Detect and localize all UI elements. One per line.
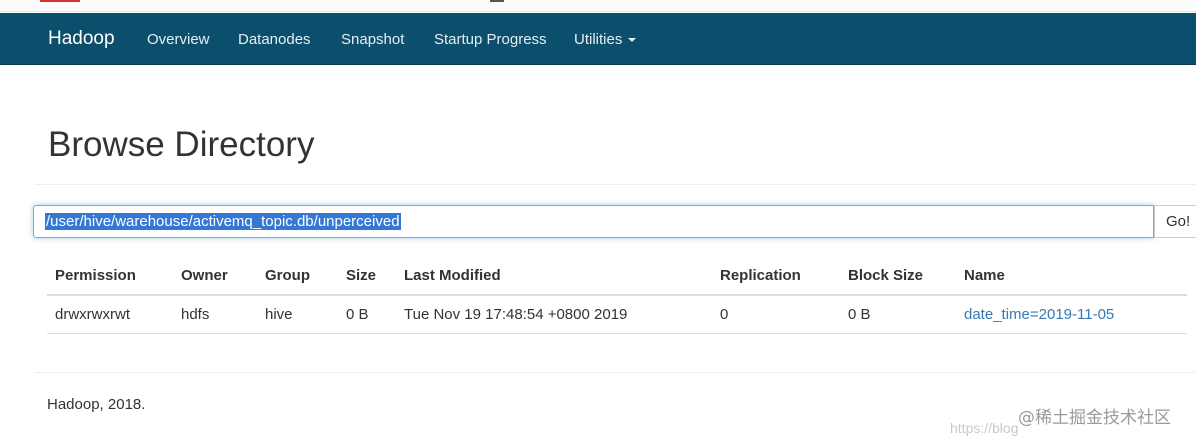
column-header-group[interactable]: Group (265, 267, 310, 285)
nav-item-startup-progress[interactable]: Startup Progress (434, 31, 547, 49)
cell-name-link[interactable]: date_time=2019-11-05 (964, 306, 1114, 324)
nav-item-overview[interactable]: Overview (147, 31, 210, 49)
watermark-text: @稀土掘金技术社区 (1018, 408, 1171, 428)
caret-down-icon (628, 38, 637, 43)
nav-item-utilities[interactable]: Utilities (574, 31, 637, 49)
footer-divider (34, 372, 1196, 373)
nav-item-datanodes[interactable]: Datanodes (238, 31, 311, 49)
footer-text: Hadoop, 2018. (47, 396, 146, 413)
directory-path-input[interactable]: /user/hive/warehouse/activemq_topic.db/u… (33, 205, 1154, 238)
top-strip-mark (40, 0, 80, 6)
column-header-last-modified[interactable]: Last Modified (404, 267, 501, 285)
navbar-brand[interactable]: Hadoop (48, 28, 115, 50)
cell-group: hive (265, 306, 293, 323)
table-row-divider (47, 333, 1187, 334)
cell-replication: 0 (720, 306, 729, 323)
nav-item-utilities-label: Utilities (574, 31, 623, 48)
column-header-permission[interactable]: Permission (55, 267, 136, 285)
cell-size: 0 B (346, 306, 369, 323)
column-header-size[interactable]: Size (346, 267, 376, 285)
watermark-url: https://blog (950, 420, 1019, 436)
navbar: Hadoop Overview Datanodes Snapshot Start… (0, 13, 1196, 65)
cell-last-modified: Tue Nov 19 17:48:54 +0800 2019 (404, 306, 628, 323)
top-strip-mark (490, 0, 504, 6)
cell-block-size: 0 B (848, 306, 871, 323)
go-button[interactable]: Go! (1154, 205, 1196, 238)
column-header-name[interactable]: Name (964, 267, 1005, 285)
directory-path-value: /user/hive/warehouse/activemq_topic.db/u… (45, 213, 401, 230)
divider (34, 184, 1196, 185)
column-header-owner[interactable]: Owner (181, 267, 228, 285)
nav-item-snapshot[interactable]: Snapshot (341, 31, 404, 49)
cell-owner: hdfs (181, 306, 210, 323)
page-title: Browse Directory (48, 125, 315, 164)
browser-top-strip (0, 0, 1196, 12)
column-header-block-size[interactable]: Block Size (848, 267, 923, 285)
table-header-divider (47, 294, 1187, 296)
cell-permission: drwxrwxrwt (55, 306, 130, 323)
column-header-replication[interactable]: Replication (720, 267, 801, 285)
